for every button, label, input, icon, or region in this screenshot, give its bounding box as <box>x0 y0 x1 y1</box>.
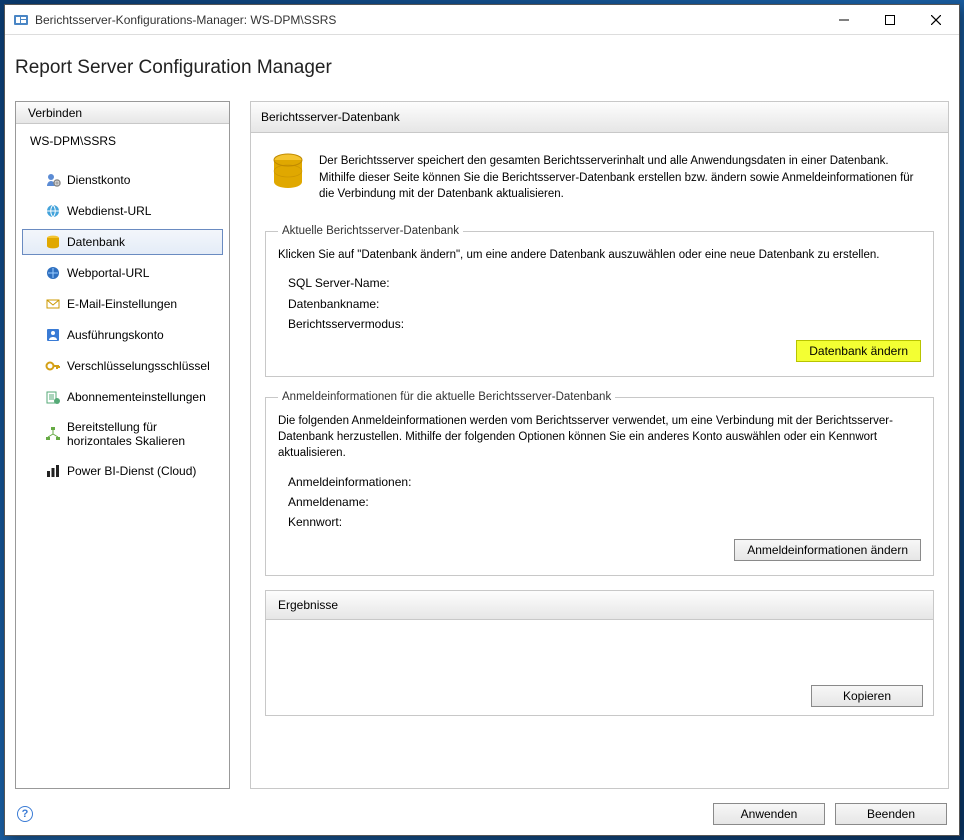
sidebar-item-abonnementeinstellungen[interactable]: Abonnementeinstellungen <box>22 384 223 410</box>
service-account-icon <box>45 172 61 188</box>
app-header: Report Server Configuration Manager <box>5 35 959 101</box>
field-database-name: Datenbankname: <box>288 294 921 314</box>
sidebar-item-label: Ausführungskonto <box>67 328 164 342</box>
maximize-button[interactable] <box>867 5 913 35</box>
sidebar-item-label: E-Mail-Einstellungen <box>67 297 177 311</box>
webportal-url-icon <box>45 265 61 281</box>
webservice-url-icon <box>45 203 61 219</box>
field-sql-server-name: SQL Server-Name: <box>288 273 921 293</box>
sidebar-connect-button[interactable]: Verbinden <box>16 102 229 124</box>
sidebar-item-label: Bereitstellung für horizontales Skaliere… <box>67 420 216 448</box>
group2-help: Die folgenden Anmeldeinformationen werde… <box>278 413 921 461</box>
sidebar-item-dienstkonto[interactable]: Dienstkonto <box>22 167 223 193</box>
panel-intro: Der Berichtsserver speichert den gesamte… <box>265 143 934 221</box>
window-title: Berichtsserver-Konfigurations-Manager: W… <box>35 13 336 27</box>
field-credentials: Anmeldeinformationen: <box>288 472 921 492</box>
sidebar-item-label: Verschlüsselungsschlüssel <box>67 359 210 373</box>
apply-button[interactable]: Anwenden <box>713 803 825 825</box>
sidebar-item-label: Datenbank <box>67 235 125 249</box>
sidebar-item-label: Abonnementeinstellungen <box>67 390 206 404</box>
database-icon <box>45 234 61 250</box>
powerbi-icon <box>45 463 61 479</box>
sidebar-item-label: Webdienst-URL <box>67 204 151 218</box>
panel-title-bar: Berichtsserver-Datenbank <box>250 101 949 133</box>
copy-button[interactable]: Kopieren <box>811 685 923 707</box>
sidebar-item-verschl-sselungsschl-ssel[interactable]: Verschlüsselungsschlüssel <box>22 353 223 379</box>
database-icon <box>271 153 305 193</box>
field-login: Anmeldename: <box>288 492 921 512</box>
content-area: Berichtsserver-Datenbank Der Berichtsser… <box>250 101 949 789</box>
sidebar-item-ausf-hrungskonto[interactable]: Ausführungskonto <box>22 322 223 348</box>
scaleout-icon <box>45 426 61 442</box>
sidebar-item-webdienst-url[interactable]: Webdienst-URL <box>22 198 223 224</box>
sidebar-item-bereitstellung-f-r-horizontales-skalieren[interactable]: Bereitstellung für horizontales Skaliere… <box>22 415 223 453</box>
encryption-keys-icon <box>45 358 61 374</box>
group2-legend: Anmeldeinformationen für die aktuelle Be… <box>278 391 615 403</box>
field-report-server-mode: Berichtsservermodus: <box>288 314 921 334</box>
minimize-button[interactable] <box>821 5 867 35</box>
sidebar-server-node[interactable]: WS-DPM\SSRS <box>16 124 229 154</box>
sidebar-item-datenbank[interactable]: Datenbank <box>22 229 223 255</box>
sidebar-item-power-bi-dienst-cloud-[interactable]: Power BI-Dienst (Cloud) <box>22 458 223 484</box>
group1-help: Klicken Sie auf "Datenbank ändern", um e… <box>278 247 921 263</box>
app-body: Verbinden WS-DPM\SSRS Dienstkonto Webdien… <box>5 101 959 795</box>
group1-legend: Aktuelle Berichtsserver-Datenbank <box>278 225 463 237</box>
group-current-database: Aktuelle Berichtsserver-Datenbank Klicke… <box>265 225 934 377</box>
app-window: Berichtsserver-Konfigurations-Manager: W… <box>4 4 960 836</box>
sidebar-item-label: Webportal-URL <box>67 266 149 280</box>
sidebar-item-label: Power BI-Dienst (Cloud) <box>67 464 196 478</box>
panel-intro-text: Der Berichtsserver speichert den gesamte… <box>319 153 928 203</box>
change-credentials-button[interactable]: Anmeldeinformationen ändern <box>734 539 921 561</box>
exit-button[interactable]: Beenden <box>835 803 947 825</box>
close-button[interactable] <box>913 5 959 35</box>
sidebar-item-e-mail-einstellungen[interactable]: E-Mail-Einstellungen <box>22 291 223 317</box>
sidebar-item-label: Dienstkonto <box>67 173 130 187</box>
sidebar: Verbinden WS-DPM\SSRS Dienstkonto Webdien… <box>15 101 230 789</box>
results-body: Kopieren <box>265 620 934 716</box>
email-settings-icon <box>45 296 61 312</box>
app-title: Report Server Configuration Manager <box>15 57 959 79</box>
sidebar-header-label: Verbinden <box>28 106 82 120</box>
help-icon[interactable]: ? <box>17 806 33 822</box>
titlebar: Berichtsserver-Konfigurations-Manager: W… <box>5 5 959 35</box>
field-password: Kennwort: <box>288 512 921 532</box>
sidebar-server-label: WS-DPM\SSRS <box>30 134 116 148</box>
subscription-settings-icon <box>45 389 61 405</box>
results-header: Ergebnisse <box>265 590 934 620</box>
footer: ? Anwenden Beenden <box>5 795 959 835</box>
group-credentials: Anmeldeinformationen für die aktuelle Be… <box>265 391 934 575</box>
app-icon <box>13 12 29 28</box>
results-label: Ergebnisse <box>278 598 338 612</box>
sidebar-item-webportal-url[interactable]: Webportal-URL <box>22 260 223 286</box>
execution-account-icon <box>45 327 61 343</box>
panel-body: Der Berichtsserver speichert den gesamte… <box>250 133 949 789</box>
change-database-button[interactable]: Datenbank ändern <box>796 340 921 362</box>
panel-title: Berichtsserver-Datenbank <box>261 110 400 124</box>
